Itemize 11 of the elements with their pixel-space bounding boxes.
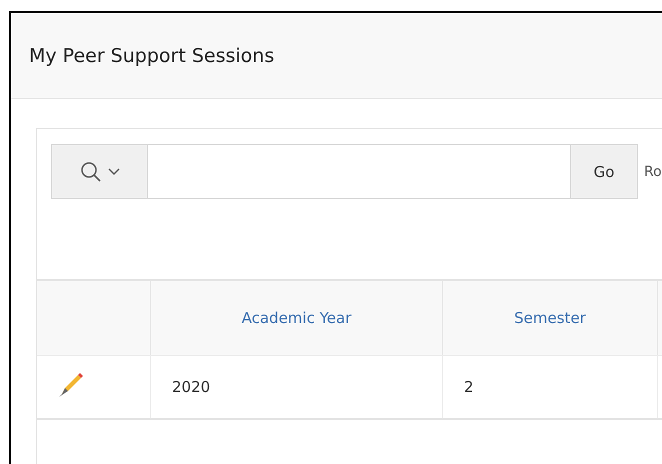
column-header[interactable]: Semester [442,280,658,356]
rows-label: Ro [644,164,662,180]
column-header[interactable]: Academic Year [150,280,442,356]
go-button[interactable]: Go [570,144,638,199]
chevron-down-icon [108,168,120,176]
search-icon [80,160,102,182]
table-cell: 2020 [150,356,442,419]
table-cell: 2 [442,356,658,419]
search-menu-button[interactable] [51,144,148,199]
region-title: My Peer Support Sessions [29,44,274,66]
search-field[interactable] [148,144,570,199]
